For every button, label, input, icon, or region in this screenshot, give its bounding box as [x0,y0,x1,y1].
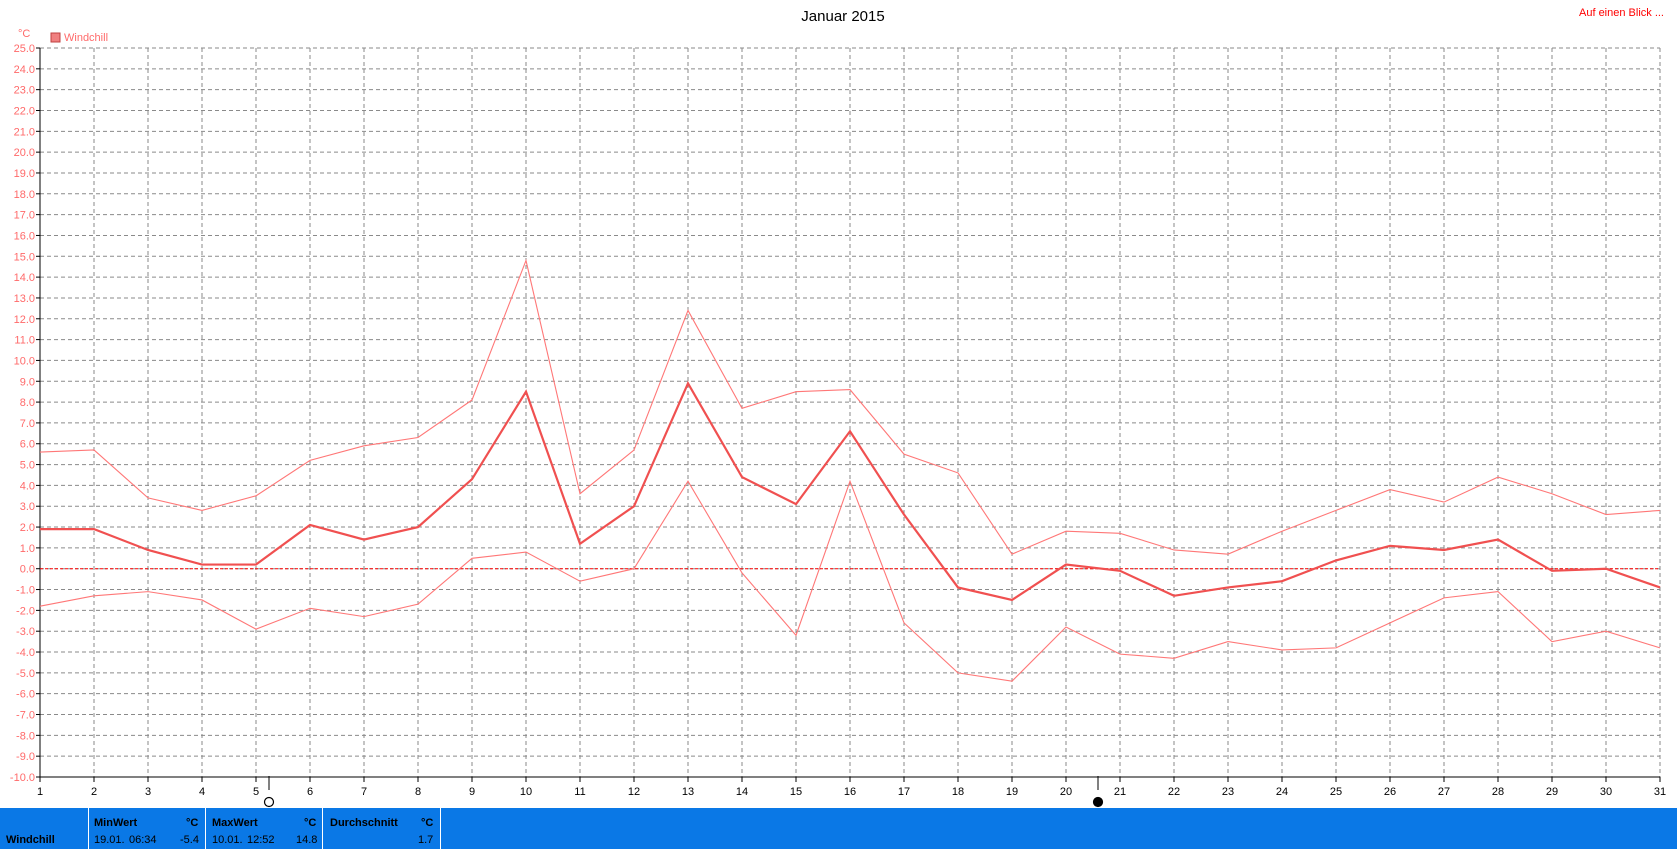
y-tick-label: 6.0 [20,439,35,451]
x-tick-label: 19 [1006,786,1018,798]
x-tick-label: 4 [199,786,205,798]
max-time: 12:52 [247,834,275,846]
y-tick-label: -4.0 [16,647,35,659]
x-tick-label: 5 [253,786,259,798]
stats-divider [88,808,89,849]
max-unit: °C [304,817,317,829]
y-tick-label: 13.0 [14,293,35,305]
y-tick-label: 19.0 [14,168,35,180]
y-tick-label: 14.0 [14,272,35,284]
x-tick-label: 20 [1060,786,1072,798]
x-tick-label: 21 [1114,786,1126,798]
stats-divider [440,808,441,849]
y-tick-label: -10.0 [10,772,35,784]
avg-label: Durchschnitt [330,817,398,829]
avg-value: 1.7 [418,834,434,846]
y-tick-label: 20.0 [14,147,35,159]
x-tick-label: 6 [307,786,313,798]
x-tick-label: 31 [1654,786,1666,798]
x-tick-label: 26 [1384,786,1396,798]
y-tick-label: 7.0 [20,418,35,430]
first-quarter-moon-icon [263,796,275,808]
x-tick-label: 17 [898,786,910,798]
y-tick-label: 3.0 [20,501,35,513]
stats-row-label: Windchill [6,834,55,846]
y-tick-label: 4.0 [20,480,35,492]
max-label: MaxWert [212,817,258,829]
x-tick-label: 12 [628,786,640,798]
x-tick-label: 9 [469,786,475,798]
x-tick-label: 15 [790,786,802,798]
min-unit: °C [186,817,199,829]
x-tick-label: 27 [1438,786,1450,798]
min-time: 06:34 [129,834,157,846]
y-tick-label: 5.0 [20,460,35,472]
y-tick-label: 23.0 [14,85,35,97]
y-axis-ticks: -10.0 -9.0 -8.0 -7.0 -6.0 -5.0 -4.0 -3.0 -2.0 -1.… [10,43,40,784]
y-tick-label: -2.0 [16,605,35,617]
x-axis-ticks: 1 2 3 4 5 6 7 8 9 10 11 12 13 14 15 16 17 18 19 20 21 22 23 24 2… [37,777,1666,798]
x-tick-label: 23 [1222,786,1234,798]
y-tick-label: 21.0 [14,126,35,138]
y-tick-label: -9.0 [16,751,35,763]
y-axis-unit: °C [18,28,30,40]
x-tick-label: 10 [520,786,532,798]
y-tick-label: 17.0 [14,210,35,222]
windchill-chart: Januar 2015 Auf einen Blick ... °C Windc… [10,7,1666,808]
x-tick-label: 2 [91,786,97,798]
max-value: 14.8 [296,834,318,846]
min-value: -5.4 [180,834,199,846]
y-tick-label: 12.0 [14,314,35,326]
legend-label: Windchill [64,32,108,44]
y-tick-label: -1.0 [16,585,35,597]
y-tick-label: -6.0 [16,689,35,701]
y-tick-label: -3.0 [16,626,35,638]
y-tick-label: 22.0 [14,105,35,117]
y-tick-label: 8.0 [20,397,35,409]
y-tick-label: -8.0 [16,730,35,742]
y-tick-label: -7.0 [16,710,35,722]
x-tick-label: 29 [1546,786,1558,798]
x-tick-label: 3 [145,786,151,798]
y-tick-label: 11.0 [14,335,35,347]
y-tick-label: 16.0 [14,230,35,242]
x-tick-label: 7 [361,786,367,798]
x-tick-label: 24 [1276,786,1288,798]
y-tick-label: 24.0 [14,64,35,76]
x-tick-label: 22 [1168,786,1180,798]
y-tick-label: -5.0 [16,668,35,680]
max-date: 10.01. [212,834,243,846]
chart-title: Januar 2015 [801,8,884,25]
x-tick-label: 18 [952,786,964,798]
y-tick-label: 0.0 [20,564,35,576]
new-moon-icon [1092,796,1104,808]
y-tick-label: 10.0 [14,355,35,367]
x-tick-label: 30 [1600,786,1612,798]
x-tick-label: 1 [37,786,43,798]
x-tick-label: 13 [682,786,694,798]
y-tick-label: 1.0 [20,543,35,555]
y-tick-label: 18.0 [14,189,35,201]
chart-grid [39,47,1661,778]
avg-unit: °C [421,817,434,829]
stats-divider [322,808,323,849]
legend-swatch [50,32,61,43]
x-tick-label: 14 [736,786,748,798]
x-tick-label: 8 [415,786,421,798]
x-tick-label: 28 [1492,786,1504,798]
stats-divider [205,808,206,849]
min-label: MinWert [94,817,138,829]
x-tick-label: 25 [1330,786,1342,798]
x-tick-label: 11 [574,786,585,798]
y-tick-label: 25.0 [14,43,35,55]
y-tick-label: 2.0 [20,522,35,534]
y-tick-label: 9.0 [20,376,35,388]
overview-link[interactable]: Auf einen Blick ... [1579,7,1664,19]
y-tick-label: 15.0 [14,251,35,263]
x-tick-label: 16 [844,786,856,798]
min-date: 19.01. [94,834,125,846]
